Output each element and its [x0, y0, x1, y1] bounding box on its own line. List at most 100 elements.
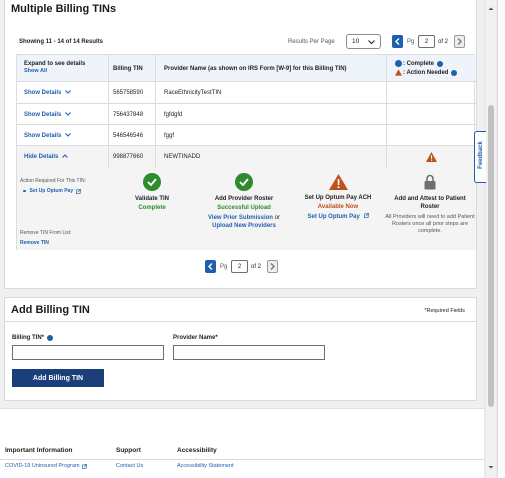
- lock-icon: [424, 174, 436, 190]
- action-required-label: Action Required For This TIN:: [20, 178, 86, 184]
- external-link-icon: [76, 188, 82, 194]
- page-title: Multiple Billing TINs: [11, 3, 117, 15]
- footer: Important Information COVID-19 Uninsured…: [0, 408, 484, 478]
- step-status: Available Now: [317, 204, 359, 210]
- chevron-down-icon: [65, 133, 71, 137]
- pager-next-button[interactable]: [267, 260, 278, 273]
- feedback-tab[interactable]: Feedback: [474, 131, 486, 183]
- pager-prev-button[interactable]: [205, 260, 216, 273]
- billing-tin-input[interactable]: [12, 345, 164, 360]
- checkmark-circle-icon: [235, 173, 253, 191]
- provider-name-header: Provider Name (as shown on IRS Form [W-9…: [164, 66, 347, 72]
- row-billing-tin: 546546546: [113, 133, 144, 139]
- checkmark-circle-icon: [143, 173, 161, 191]
- pager-of-label: of 2: [251, 264, 262, 270]
- pager-page-input[interactable]: 2: [418, 35, 435, 48]
- pager-pg-label: Pg: [407, 39, 415, 45]
- step-title: Add and Attest to Patient Roster: [394, 196, 466, 210]
- show-details-toggle[interactable]: Show Details: [24, 112, 71, 118]
- step-title: Validate TIN: [134, 196, 169, 202]
- view-prior-submission-link[interactable]: View Prior Submission: [208, 215, 273, 221]
- row-provider-name: fgfdgfd: [164, 112, 183, 118]
- warning-icon: [426, 152, 437, 162]
- external-link-icon: [363, 213, 369, 218]
- chevron-down-icon: [65, 90, 71, 94]
- pager-pg-label: Pg: [220, 264, 228, 270]
- chevron-right-icon: [270, 263, 275, 270]
- vertical-scrollbar[interactable]: [486, 0, 496, 478]
- chevron-down-icon: [368, 40, 375, 45]
- set-up-optum-pay-link[interactable]: Set Up Optum Pay: [30, 188, 74, 194]
- table-row: Show Details 756437848 fgfdgfd: [17, 104, 476, 125]
- provider-name-input[interactable]: [173, 345, 325, 360]
- pager-of-label: of 2: [438, 39, 449, 45]
- hide-details-toggle[interactable]: Hide Details: [24, 154, 68, 160]
- info-icon[interactable]: [437, 60, 444, 67]
- pager-page-input[interactable]: 2: [231, 260, 248, 273]
- step-status: Successful Upload: [217, 205, 271, 211]
- show-details-toggle[interactable]: Show Details: [24, 90, 71, 96]
- expand-header-label: Expand to see details: [24, 61, 86, 67]
- remove-tin-link[interactable]: Remove TIN: [20, 240, 49, 246]
- scroll-up-arrow-icon[interactable]: [486, 4, 496, 14]
- details-panel: Action Required For This TIN: Set Up Opt…: [17, 168, 476, 250]
- table-header: Expand to see details Show All Billing T…: [17, 55, 476, 82]
- pager-prev-button[interactable]: [392, 35, 403, 48]
- chevron-left-icon: [395, 38, 400, 45]
- upload-new-providers-link[interactable]: Upload New Providers: [212, 223, 276, 229]
- step-title: Set Up Optum Pay ACH: [304, 195, 372, 201]
- toggle-label: Show Details: [24, 133, 62, 139]
- right-edge-panel: [497, 0, 505, 478]
- scrollbar-thumb[interactable]: [488, 105, 494, 407]
- footer-support: Support: [116, 447, 141, 454]
- feedback-label: Feedback: [478, 141, 484, 169]
- add-billing-tin-card: Add Billing TIN *Required Fields Billing…: [4, 297, 477, 401]
- add-billing-tin-button[interactable]: Add Billing TIN: [12, 369, 104, 387]
- table-row: Show Details 565758590 RaceEthnicityTest…: [17, 82, 476, 104]
- footer-accessibility: Accessibility: [177, 447, 217, 454]
- step-patient-roster: Add and Attest to Patient Roster All Pro…: [385, 173, 475, 235]
- row-billing-tin: 565758590: [113, 90, 144, 96]
- chevron-left-icon: [208, 263, 213, 270]
- show-details-toggle[interactable]: Show Details: [24, 133, 71, 139]
- chevron-up-icon: [62, 154, 68, 158]
- billing-tin-header: Billing TIN: [113, 66, 143, 72]
- pager-next-button[interactable]: [454, 35, 465, 48]
- warning-legend-icon: [395, 69, 402, 76]
- billing-tin-table: Expand to see details Show All Billing T…: [16, 54, 476, 250]
- step-set-up-optum-pay: Set Up Optum Pay ACH Available Now Set U…: [293, 173, 383, 220]
- expand-header: Expand to see details Show All: [24, 61, 85, 74]
- remove-tin-label: Remove TIN From List:: [20, 230, 72, 236]
- billing-tins-card: Multiple Billing TINs Showing 11 - 14 of…: [4, 0, 477, 289]
- required-note: *Required Fields: [424, 308, 465, 314]
- status-legend: : Complete : Action Needed: [395, 60, 458, 76]
- results-per-page-value: 10: [352, 38, 360, 45]
- scroll-down-arrow-icon[interactable]: [486, 462, 496, 472]
- row-billing-tin: 756437848: [113, 112, 144, 118]
- warning-icon: [328, 174, 348, 190]
- table-row: Hide Details 998877660 NEWTINADD: [17, 146, 476, 168]
- results-count: Showing 11 - 14 of 14 Results: [19, 39, 104, 45]
- info-icon[interactable]: [47, 335, 53, 341]
- chevron-right-icon: [457, 38, 462, 45]
- complete-legend-icon: [395, 60, 402, 67]
- step-status: Complete: [138, 205, 166, 211]
- footer-covid-link[interactable]: COVID-19 Uninsured Program: [5, 463, 87, 469]
- info-icon[interactable]: [451, 69, 458, 76]
- footer-contact-us-link[interactable]: Contact Us: [116, 463, 143, 469]
- step-add-provider-roster: Add Provider Roster Successful Upload Vi…: [200, 173, 288, 230]
- row-provider-name: RaceEthnicityTestTIN: [164, 90, 222, 96]
- table-row: Show Details 546546546 fggf: [17, 125, 476, 146]
- complete-legend-label: : Complete: [403, 60, 435, 67]
- toggle-label: Show Details: [24, 112, 62, 118]
- chevron-down-icon: [65, 112, 71, 116]
- row-billing-tin: 998877660: [113, 154, 144, 160]
- action-needed-legend-label: : Action Needed: [403, 69, 449, 76]
- results-per-page-select[interactable]: 10: [346, 34, 381, 49]
- show-all-link[interactable]: Show All: [24, 68, 85, 74]
- toggle-label: Show Details: [24, 90, 62, 96]
- provider-name-field-label: Provider Name*: [173, 335, 218, 341]
- set-up-optum-pay-step-link[interactable]: Set Up Optum Pay: [293, 213, 383, 220]
- toggle-label: Hide Details: [24, 154, 59, 160]
- footer-accessibility-statement-link[interactable]: Accessibility Statement: [177, 463, 234, 469]
